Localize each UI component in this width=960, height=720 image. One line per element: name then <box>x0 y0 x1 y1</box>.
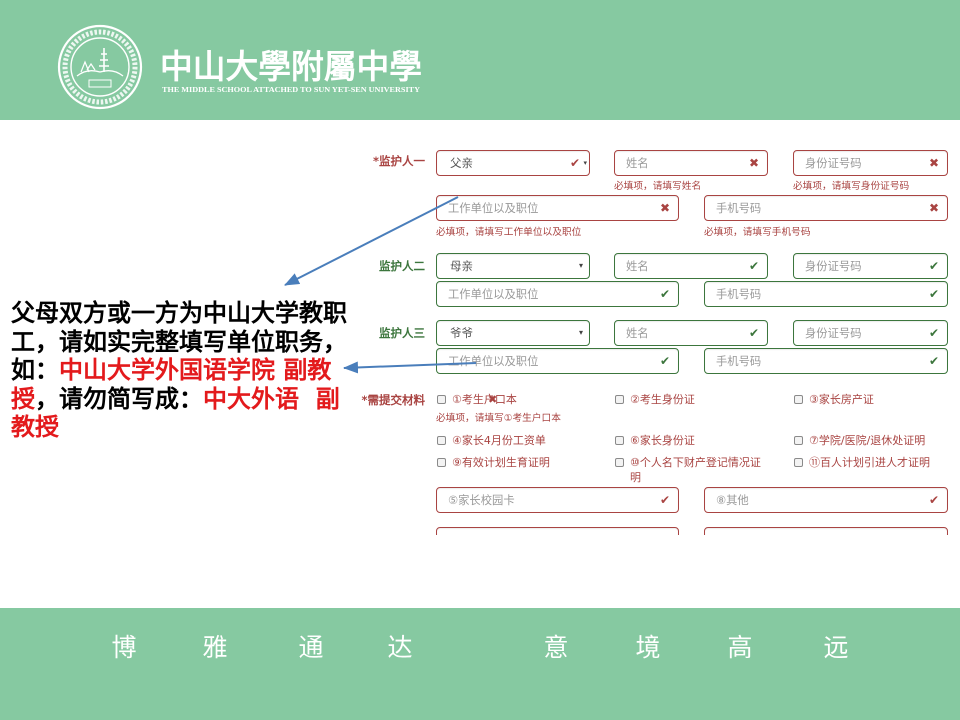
check-icon <box>570 151 580 175</box>
guardian-3-label: 监护人三 <box>379 326 425 340</box>
material-checkbox-6[interactable] <box>615 436 624 445</box>
material-checkbox-1[interactable] <box>437 395 446 404</box>
guardian-2-name-input[interactable] <box>615 254 767 278</box>
annotation-emphasis: 教授 <box>11 412 59 441</box>
guardian-3-id-field <box>793 320 948 346</box>
motto-char: 意 <box>543 633 569 662</box>
material-campus-card-field <box>436 487 679 513</box>
guardian-2-employer-field <box>436 281 679 307</box>
guardian-1-name-help: 必填项，请填写姓名 <box>614 181 702 192</box>
guardian-1-phone-field <box>704 195 948 221</box>
guardian-1-relation-select[interactable]: 父亲 <box>436 150 590 176</box>
material-other-field <box>704 487 948 513</box>
materials-label: *需提交材料 <box>361 393 425 407</box>
material-checkbox-4[interactable] <box>437 436 446 445</box>
annotation-emphasis: 中山大学外国语学院 副教 <box>59 355 332 384</box>
annotation-text: ，请勿简写成： <box>35 383 203 413</box>
guardian-1-id-input[interactable] <box>794 151 947 175</box>
guardian-1-employer-input[interactable] <box>437 196 678 220</box>
chevron-down-icon <box>583 151 587 175</box>
registration-form: *监护人一 父亲 必填项，请填写姓名 必填项，请填写身份证号码 必填项，请填写工… <box>0 0 960 535</box>
material-label-1: ①考生户口本 <box>452 393 517 406</box>
clipped-field-left[interactable] <box>436 527 679 535</box>
annotation-line-5: 教授 <box>11 412 347 442</box>
material-checkbox-10[interactable] <box>615 458 624 467</box>
material-label-7: ⑦学院/医院/退休处证明 <box>809 434 926 447</box>
material-label-11: ⑪百人计划引进人才证明 <box>809 456 930 469</box>
motto-char: 博 <box>111 633 137 662</box>
material-label-3: ③家长房产证 <box>809 393 874 406</box>
slide: 中山大學附屬中學 THE MIDDLE SCHOOL ATTACHED TO S… <box>0 0 960 720</box>
cross-icon <box>488 392 497 407</box>
materials-help: 必填项，请填写①考生户口本 <box>436 413 561 424</box>
material-campus-card-input[interactable] <box>437 488 678 512</box>
annotation-note: 父母双方或一方为中山大学教职 工，请如实完整填写单位职务， 如：中山大学外国语学… <box>11 298 347 442</box>
guardian-2-id-input[interactable] <box>794 254 947 278</box>
annotation-emphasis: 中大外语 副 <box>203 383 340 413</box>
guardian-1-phone-help: 必填项，请填写手机号码 <box>704 227 811 238</box>
annotation-emphasis: 授 <box>11 383 35 413</box>
chevron-down-icon <box>579 321 583 345</box>
motto-char: 达 <box>387 633 413 662</box>
guardian-3-phone-field <box>704 348 948 374</box>
motto-char: 雅 <box>202 633 228 662</box>
annotation-line-4: 授，请勿简写成：中大外语 副 <box>11 383 347 414</box>
annotation-line-3: 如：中山大学外国语学院 副教 <box>11 355 347 385</box>
guardian-2-phone-input[interactable] <box>705 282 947 306</box>
annotation-text: 工，请如实完整填写单位职务， <box>11 326 347 356</box>
guardian-3-name-input[interactable] <box>615 321 767 345</box>
guardian-1-phone-input[interactable] <box>705 196 947 220</box>
guardian-1-id-field <box>793 150 948 176</box>
footer-band <box>0 608 960 720</box>
guardian-1-name-input[interactable] <box>615 151 767 175</box>
guardian-3-employer-field <box>436 348 679 374</box>
annotation-line-2: 工，请如实完整填写单位职务， <box>11 326 347 357</box>
guardian-2-label: 监护人二 <box>379 259 425 273</box>
annotation-text: 父母双方或一方为中山大学教职 <box>11 298 347 327</box>
material-label-6: ⑥家长身份证 <box>630 434 695 447</box>
annotation-text: 如： <box>11 355 59 384</box>
material-checkbox-2[interactable] <box>615 395 624 404</box>
guardian-2-name-field <box>614 253 768 279</box>
motto-char: 境 <box>635 633 661 662</box>
material-label-9: ⑨有效计划生育证明 <box>452 456 550 469</box>
guardian-2-phone-field <box>704 281 948 307</box>
guardian-3-relation-select[interactable]: 爷爷 <box>436 320 590 346</box>
annotation-line-1: 父母双方或一方为中山大学教职 <box>11 298 347 328</box>
material-checkbox-3[interactable] <box>794 395 803 404</box>
motto-char: 高 <box>727 633 753 662</box>
chevron-down-icon <box>579 254 583 278</box>
guardian-1-label: *监护人一 <box>372 154 425 168</box>
guardian-3-phone-input[interactable] <box>705 349 947 373</box>
guardian-1-id-help: 必填项，请填写身份证号码 <box>793 181 910 192</box>
motto-char: 远 <box>823 633 849 662</box>
material-other-input[interactable] <box>705 488 947 512</box>
material-label-4: ④家长4月份工资单 <box>452 434 546 447</box>
guardian-1-employer-help: 必填项，请填写工作单位以及职位 <box>436 227 582 238</box>
guardian-2-id-field <box>793 253 948 279</box>
guardian-3-name-field <box>614 320 768 346</box>
guardian-3-id-input[interactable] <box>794 321 947 345</box>
guardian-2-relation-select[interactable]: 母亲 <box>436 253 590 279</box>
material-checkbox-9[interactable] <box>437 458 446 467</box>
material-label-10: ⑩个人名下财产登记情况证明 <box>630 456 761 484</box>
guardian-2-relation-value: 母亲 <box>450 259 473 273</box>
guardian-1-relation-value: 父亲 <box>450 156 473 170</box>
material-checkbox-11[interactable] <box>794 458 803 467</box>
material-label-2: ②考生身份证 <box>630 393 695 406</box>
guardian-2-employer-input[interactable] <box>437 282 678 306</box>
material-checkbox-7[interactable] <box>794 436 803 445</box>
motto-char: 通 <box>298 633 324 662</box>
guardian-3-employer-input[interactable] <box>437 349 678 373</box>
guardian-1-employer-field <box>436 195 679 221</box>
guardian-3-relation-value: 爷爷 <box>450 326 473 340</box>
clipped-field-right[interactable] <box>704 527 948 535</box>
guardian-1-name-field <box>614 150 768 176</box>
